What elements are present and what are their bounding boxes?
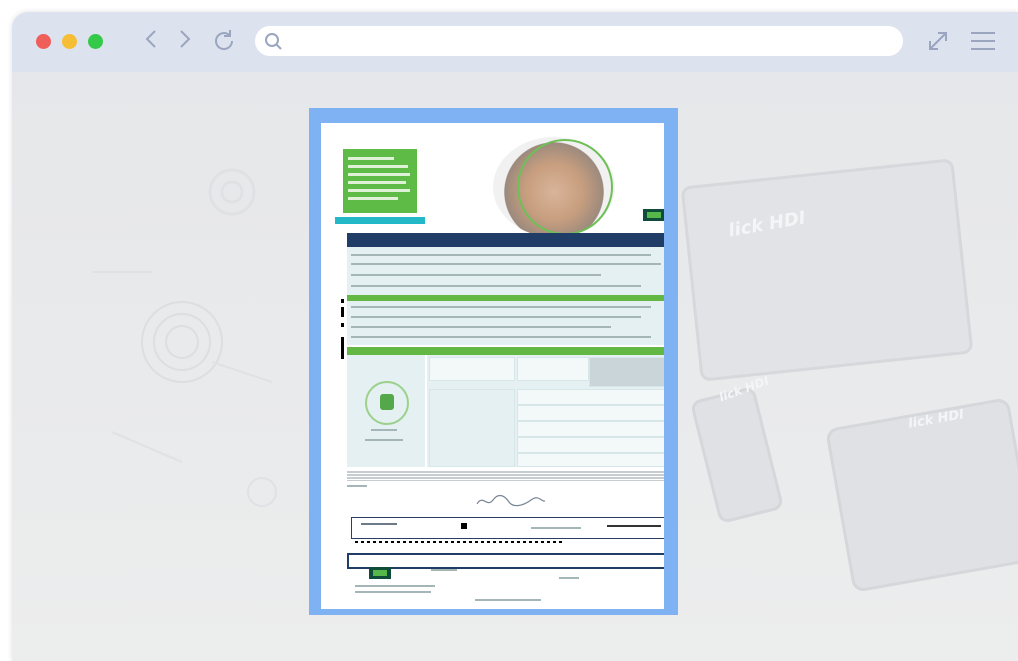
fine-print [347, 471, 664, 481]
menu-icon[interactable] [970, 30, 996, 56]
minimize-window-button[interactable] [62, 34, 77, 49]
reload-icon[interactable] [210, 27, 238, 62]
phone-illustration [689, 385, 785, 525]
browser-window: lick HDI lick HDI lick HDI [12, 12, 1018, 661]
search-input[interactable] [255, 26, 903, 56]
footer-table [347, 553, 664, 569]
close-window-button[interactable] [36, 34, 51, 49]
pet-icon [365, 381, 409, 425]
monitor-illustration [680, 158, 974, 382]
hdi-footer-logo [369, 567, 391, 579]
hdi-logo [643, 209, 664, 221]
signature [476, 494, 546, 507]
search-icon [264, 32, 283, 55]
back-icon[interactable] [144, 28, 158, 57]
maximize-window-button[interactable] [88, 34, 103, 49]
intro-bar [335, 217, 425, 224]
policy-document-page [321, 123, 664, 609]
circuit-illustration [92, 168, 277, 507]
pet-photo-ring [517, 139, 613, 235]
forward-icon[interactable] [178, 28, 192, 57]
expand-icon[interactable] [926, 29, 950, 57]
document-preview[interactable] [309, 108, 678, 615]
payment-table [351, 517, 664, 539]
intro-box [343, 149, 417, 213]
header-band [347, 233, 664, 247]
browser-toolbar [12, 12, 1018, 72]
section-header [347, 347, 664, 355]
